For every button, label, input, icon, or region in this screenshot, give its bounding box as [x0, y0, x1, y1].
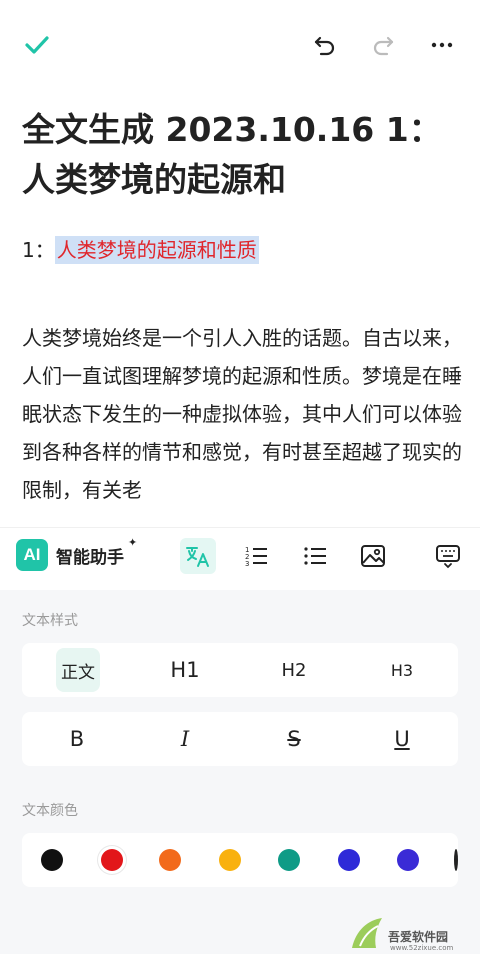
ordered-list-icon: 1 2 3: [245, 546, 267, 568]
text-format-icon: [186, 547, 209, 567]
strikethrough-button[interactable]: S: [259, 712, 329, 766]
ai-assistant-icon[interactable]: AI: [16, 539, 48, 571]
insert-image-button[interactable]: [355, 538, 391, 574]
hide-keyboard-button[interactable]: [430, 538, 466, 574]
inline-format-row: B I S U: [22, 712, 458, 766]
subheading-prefix: 1：: [22, 238, 55, 262]
color-swatch-indigo[interactable]: [397, 849, 419, 871]
check-icon: [25, 36, 49, 54]
keyboard-icon: [436, 545, 460, 569]
italic-button[interactable]: I: [150, 712, 220, 766]
color-swatch-partial[interactable]: [454, 849, 458, 871]
top-bar: [0, 0, 480, 90]
selected-text[interactable]: 人类梦境的起源和性质: [54, 236, 259, 264]
done-check-button[interactable]: [20, 28, 54, 62]
ordered-list-button[interactable]: 1 2 3: [238, 538, 274, 574]
underline-button[interactable]: U: [367, 712, 437, 766]
color-swatch-blue[interactable]: [338, 849, 360, 871]
style-h2-option[interactable]: H2: [259, 643, 329, 697]
style-h3-option[interactable]: H3: [367, 643, 437, 697]
svg-text:3: 3: [245, 560, 249, 568]
watermark-text: 吾爱软件园: [388, 930, 449, 944]
text-style-button[interactable]: [180, 538, 216, 574]
document-subheading[interactable]: 1： 人类梦境的起源和性质: [22, 231, 462, 269]
color-swatch-yellow[interactable]: [219, 849, 241, 871]
document-editor[interactable]: 全文生成 2023.10.16 1：人类梦境的起源和 1： 人类梦境的起源和性质 …: [22, 105, 462, 525]
format-toolbar: AI 智能助手 ✦ 1 2 3: [0, 527, 480, 587]
text-color-label: 文本颜色: [22, 803, 78, 819]
watermark-url: www.52zixue.com: [390, 944, 454, 952]
undo-button[interactable]: [308, 28, 342, 62]
heading-style-row: 正文 H1 H2 H3: [22, 643, 458, 697]
color-swatch-black[interactable]: [41, 849, 63, 871]
bold-button[interactable]: B: [42, 712, 112, 766]
text-style-label: 文本样式: [22, 613, 78, 629]
text-color-row: [22, 833, 458, 887]
style-h1-option[interactable]: H1: [150, 643, 220, 697]
bullet-list-button[interactable]: [297, 538, 333, 574]
undo-icon: [314, 36, 335, 56]
document-title[interactable]: 全文生成 2023.10.16 1：人类梦境的起源和: [22, 105, 462, 205]
color-swatch-teal[interactable]: [278, 849, 300, 871]
redo-button[interactable]: [366, 28, 400, 62]
bullet-list-icon: [304, 547, 326, 565]
sparkle-icon: ✦: [128, 536, 138, 549]
image-icon: [361, 545, 385, 567]
color-swatch-red[interactable]: [101, 849, 123, 871]
more-options-button[interactable]: [425, 28, 459, 62]
redo-icon: [373, 36, 394, 56]
more-dots-icon: [431, 42, 453, 48]
style-body-text-option[interactable]: 正文: [56, 648, 100, 692]
document-body[interactable]: 人类梦境始终是一个引人入胜的话题。自古以来，人们一直试图理解梦境的起源和性质。梦…: [22, 319, 462, 509]
color-swatch-orange[interactable]: [159, 849, 181, 871]
ai-assistant-button[interactable]: 智能助手: [56, 543, 124, 568]
